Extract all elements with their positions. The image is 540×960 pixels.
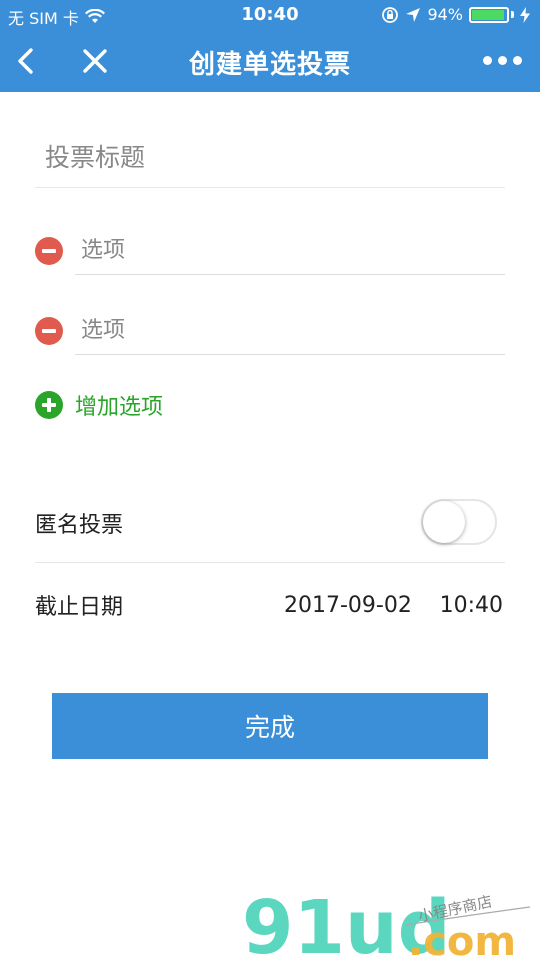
anonymous-label: 匿名投票 (35, 512, 124, 538)
add-circle-icon (35, 391, 63, 419)
location-arrow-icon (406, 7, 421, 22)
deadline-label: 截止日期 (35, 595, 124, 620)
charging-bolt-icon (520, 6, 530, 23)
option-row (35, 307, 505, 357)
page-title: 创建单选投票 (188, 50, 351, 80)
remove-option-icon[interactable] (35, 317, 63, 345)
anonymous-toggle[interactable] (421, 499, 497, 545)
more-dots-icon[interactable] (483, 56, 522, 65)
top-bar: 无 SIM 卡 10:40 94% 创建单选投票 (0, 0, 540, 92)
vote-title-input[interactable] (35, 128, 505, 188)
battery-tip (511, 11, 514, 18)
deadline-row: 截止日期 2017-09-02 10:40 (35, 565, 505, 645)
option-input[interactable] (75, 227, 505, 275)
option-row (35, 227, 505, 277)
lock-rotation-icon (382, 6, 399, 23)
add-option-label: 增加选项 (75, 395, 164, 420)
more-dot (483, 56, 492, 65)
deadline-time-picker[interactable]: 10:40 (440, 593, 503, 618)
remove-option-icon[interactable] (35, 237, 63, 265)
done-button[interactable]: 完成 (52, 693, 488, 759)
battery-fill (472, 9, 504, 20)
status-bar: 无 SIM 卡 10:40 94% (0, 0, 540, 30)
nav-bar: 创建单选投票 (0, 30, 540, 92)
battery-icon (469, 6, 509, 23)
add-option-button[interactable]: 增加选项 (35, 388, 163, 422)
brand-watermark-logo: 91ud .com 小程序商店 (242, 885, 531, 960)
option-input[interactable] (75, 307, 505, 355)
anonymous-row: 匿名投票 (35, 483, 505, 563)
watermark-domain: .com (408, 919, 516, 960)
status-right: 94% (381, 5, 530, 24)
toggle-knob (423, 501, 465, 543)
more-dot (513, 56, 522, 65)
battery-percent: 94% (427, 5, 463, 24)
deadline-date-picker[interactable]: 2017-09-02 (284, 593, 412, 618)
more-dot (498, 56, 507, 65)
